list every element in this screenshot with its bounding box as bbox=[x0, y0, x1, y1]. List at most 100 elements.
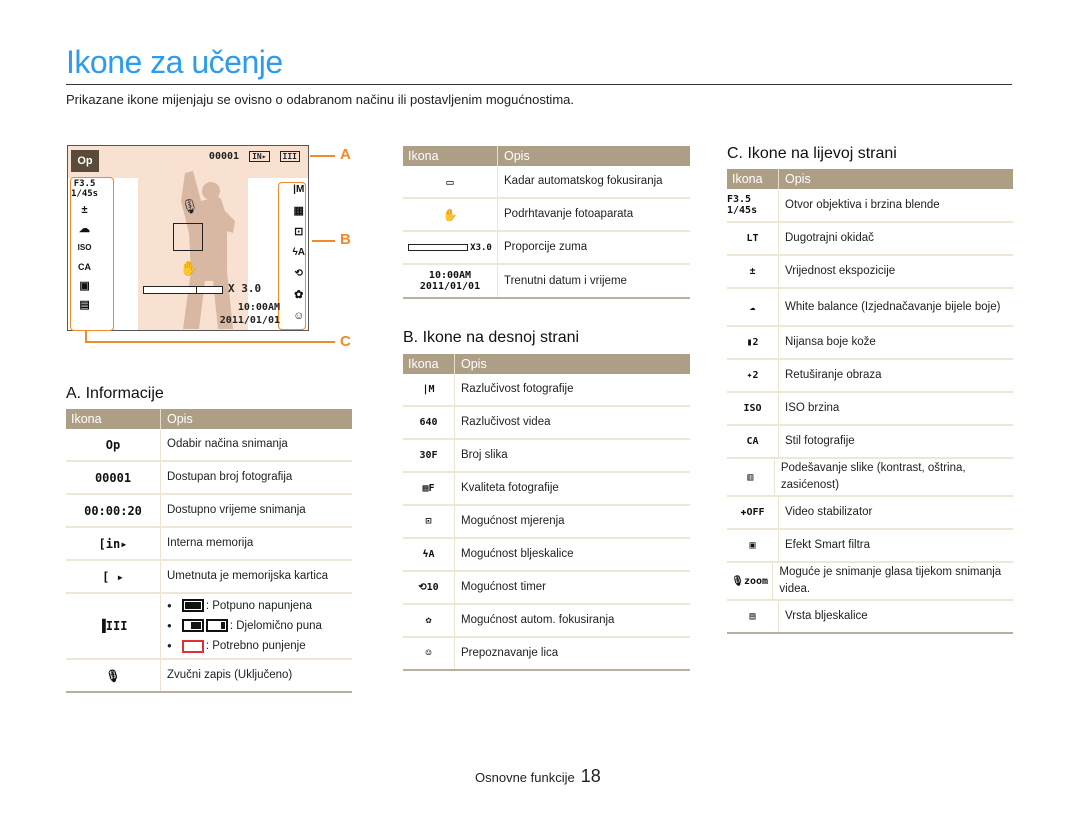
table-header: Ikona Opis bbox=[66, 409, 352, 429]
battery-icon: III bbox=[279, 151, 300, 162]
camera-mode-icon: Op bbox=[66, 429, 161, 460]
section-b-heading: B. Ikone na desnoj strani bbox=[403, 329, 580, 346]
timer-icon: ⟲ bbox=[294, 268, 303, 279]
face-detect-icon: ☺ bbox=[293, 310, 305, 322]
zoom-ratio: X 3.0 bbox=[228, 282, 262, 295]
table-row: 🎙zoom Moguće je snimanje glasa tijekom sn… bbox=[727, 563, 1013, 601]
page-subtitle: Prikazane ikone mijenjaju se ovisno o od… bbox=[66, 92, 574, 107]
table-row: ✋ Podrhtavanje fotoaparata bbox=[403, 199, 690, 232]
battery-icon: ▐III bbox=[66, 594, 161, 658]
table-row: ▭ Kadar automatskog fokusiranja bbox=[403, 166, 690, 199]
date-time-icon: 10:00AM 2011/01/01 bbox=[403, 265, 498, 297]
camera-shake-icon: ✋ bbox=[180, 260, 198, 276]
face-detection-icon: ☺ bbox=[403, 638, 455, 669]
overlay-icons-table: Ikona Opis ▭ Kadar automatskog fokusiran… bbox=[403, 146, 690, 299]
table-row: |M Razlučivost fotografije bbox=[403, 374, 690, 407]
table-row: ▐III : Potpuno napunjena : Djelomično pu… bbox=[66, 594, 352, 660]
table-row: 640 Razlučivost videa bbox=[403, 407, 690, 440]
timer-icon: ⟲10 bbox=[403, 572, 455, 603]
callout-b: B bbox=[340, 231, 351, 248]
macro-icon: ✿ bbox=[294, 289, 304, 301]
table-row: ϟA Mogućnost bljeskalice bbox=[403, 539, 690, 572]
macro-focus-icon: ✿ bbox=[403, 605, 455, 636]
table-row: X3.0 Proporcije zuma bbox=[403, 232, 690, 265]
table-row: CA Stil fotografije bbox=[727, 426, 1013, 459]
table-row: ✿ Mogućnost autom. fokusiranja bbox=[403, 605, 690, 638]
long-time-shutter-icon: LT bbox=[727, 223, 779, 254]
table-row: ▮2 Nijansa boje kože bbox=[727, 327, 1013, 360]
quality-icon: ▦ bbox=[293, 205, 304, 217]
section-b-table: Ikona Opis |M Razlučivost fotografije 640 R… bbox=[403, 354, 690, 671]
metering-icon: ⊡ bbox=[294, 226, 304, 238]
table-row: ▦F Kvaliteta fotografije bbox=[403, 473, 690, 506]
image-adjust-icon: ▥ bbox=[727, 459, 775, 495]
battery-one-third-icon bbox=[205, 619, 228, 633]
exposure-icon: ± bbox=[727, 256, 779, 287]
flash-type-icon: ▤ bbox=[727, 601, 779, 632]
camera-mode-icon: Op bbox=[71, 150, 99, 172]
memory-card-icon: [ ▸ bbox=[66, 561, 161, 592]
section-c-heading: C. Ikone na lijevoj strani bbox=[727, 145, 897, 162]
section-c-table: Ikona Opis F3.5 1/45s Otvor objektiva i b… bbox=[727, 169, 1013, 634]
exposure-icon: ± bbox=[81, 204, 88, 216]
aperture-shutter-icon: F3.5 1/45s bbox=[727, 189, 779, 221]
table-row: 10:00AM 2011/01/01 Trenutni datum i vrij… bbox=[403, 265, 690, 299]
microphone-icon: 🎙 bbox=[66, 660, 161, 691]
internal-memory-icon: [in▸ bbox=[66, 528, 161, 559]
flash-icon: ϟA bbox=[403, 539, 455, 570]
smart-filter-icon: ▣ bbox=[727, 530, 779, 561]
title-divider bbox=[66, 84, 1012, 85]
battery-two-thirds-icon bbox=[181, 619, 204, 633]
battery-empty-icon bbox=[181, 639, 204, 653]
photo-count: 00001 bbox=[208, 151, 240, 162]
face-retouch-icon: ✦2 bbox=[727, 360, 779, 391]
table-row: ⟲10 Mogućnost timer bbox=[403, 572, 690, 605]
date-time: 10:00AM 2011/01/01 bbox=[219, 302, 280, 326]
battery-low: : Potrebno punjenje bbox=[167, 636, 322, 656]
photo-style-icon: CA bbox=[727, 426, 779, 457]
callout-a: A bbox=[340, 146, 351, 163]
battery-states: : Potpuno napunjena : Djelomično puna : … bbox=[167, 596, 322, 656]
page-title: Ikone za učenje bbox=[66, 44, 283, 80]
iso-icon: ISO bbox=[77, 243, 92, 252]
metering-icon: ⊡ bbox=[403, 506, 455, 537]
table-row: ☺ Prepoznavanje lica bbox=[403, 638, 690, 671]
camera-shake-icon: ✋ bbox=[403, 199, 498, 230]
table-row: ✦2 Retuširanje obraza bbox=[727, 360, 1013, 393]
table-row: [ ▸ Umetnuta je memorijska kartica bbox=[66, 561, 352, 594]
memory-icon: IN▸ bbox=[249, 151, 270, 162]
table-row: 🎙 Zvučni zapis (Uključeno) bbox=[66, 660, 352, 693]
photo-style-icon: CA bbox=[78, 262, 92, 272]
table-row: LT Dugotrajni okidač bbox=[727, 223, 1013, 256]
af-frame-icon: ▭ bbox=[403, 166, 498, 197]
right-icons: |M ▦ ⊡ ϟA ⟲ ✿ ☺ bbox=[292, 182, 305, 324]
top-info: 00001 IN▸ III bbox=[209, 151, 300, 162]
table-row: ▣ Efekt Smart filtra bbox=[727, 530, 1013, 563]
frame-rate-icon: 30F bbox=[403, 440, 455, 471]
video-stabilizer-icon: ✚OFF bbox=[727, 497, 779, 528]
battery-full: : Potpuno napunjena bbox=[167, 596, 322, 616]
af-frame bbox=[173, 223, 203, 251]
table-row: ☁ White balance (Izjednačavanje bijele bo… bbox=[727, 289, 1013, 327]
table-row: ⊡ Mogućnost mjerenja bbox=[403, 506, 690, 539]
section-a-table: Ikona Opis Op Odabir načina snimanja 000… bbox=[66, 409, 352, 693]
smart-filter-icon: ▣ bbox=[79, 280, 90, 292]
page-number: 18 bbox=[580, 766, 601, 786]
table-row: 00:00:20 Dostupno vrijeme snimanja bbox=[66, 495, 352, 528]
zoom-ratio-icon: X3.0 bbox=[403, 232, 498, 263]
recording-time-icon: 00:00:20 bbox=[66, 495, 161, 526]
callout-c: C bbox=[340, 333, 351, 350]
iso-icon: ISO bbox=[727, 393, 779, 424]
table-header: Ikona Opis bbox=[403, 146, 690, 166]
table-row: 00001 Dostupan broj fotografija bbox=[66, 462, 352, 495]
page-footer: Osnovne funkcije 18 bbox=[475, 766, 601, 787]
flash-type-icon: ▤ bbox=[79, 299, 90, 311]
table-row: ± Vrijednost ekspozicije bbox=[727, 256, 1013, 289]
table-row: 30F Broj slika bbox=[403, 440, 690, 473]
resolution-icon: |M bbox=[293, 184, 305, 195]
left-icons: F3.5 1/45s ± ☁ ISO CA ▣ ▤ bbox=[71, 179, 98, 313]
table-row: [in▸ Interna memorija bbox=[66, 528, 352, 561]
zoom-bar bbox=[143, 286, 223, 294]
table-row: ISO ISO brzina bbox=[727, 393, 1013, 426]
section-a-heading: A. Informacije bbox=[66, 385, 164, 402]
